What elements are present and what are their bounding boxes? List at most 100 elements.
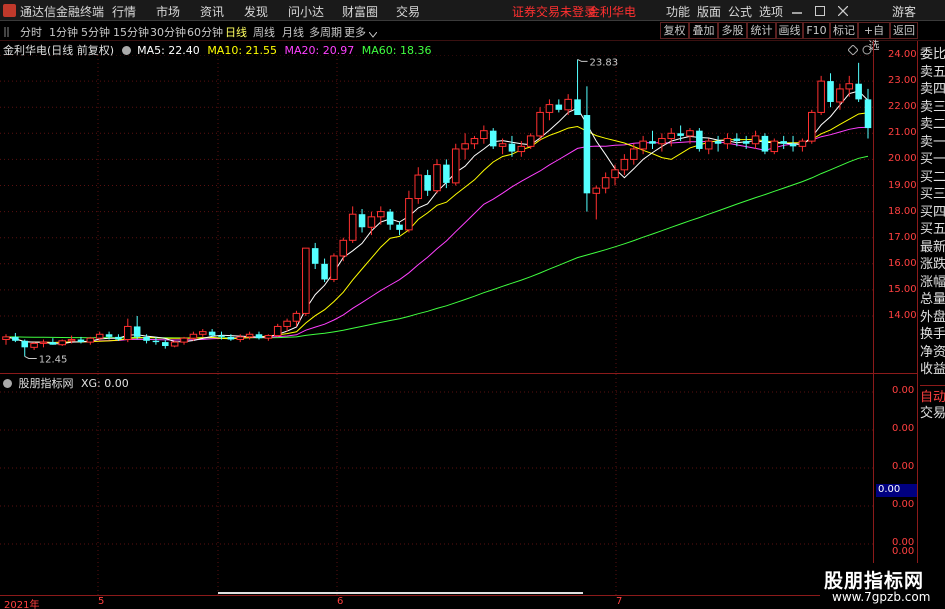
candle[interactable] — [124, 318, 132, 343]
period-15min[interactable]: 15分钟 — [113, 24, 149, 40]
btn-fuquan[interactable]: 复权 — [660, 22, 689, 39]
candle[interactable] — [808, 109, 816, 144]
period-fenshi[interactable]: 分时 — [20, 24, 42, 40]
period-monthly[interactable]: 月线 — [282, 24, 304, 40]
close-icon[interactable] — [837, 5, 849, 19]
menu-xuanxiang[interactable]: 选项 — [759, 3, 783, 20]
more-chevron-icon[interactable] — [368, 28, 378, 41]
btn-duogu[interactable]: 多股 — [718, 22, 747, 39]
candle[interactable] — [367, 211, 376, 236]
candle[interactable] — [855, 62, 862, 102]
candle[interactable] — [451, 143, 460, 186]
period-daily[interactable]: 日线 — [225, 24, 247, 40]
menu-hangqing[interactable]: 行情 — [112, 3, 136, 20]
candle[interactable] — [845, 75, 854, 97]
menu-gongneng[interactable]: 功能 — [666, 3, 690, 20]
minimize-icon[interactable] — [792, 5, 802, 14]
login-status[interactable]: 证券交易未登录 — [512, 3, 596, 20]
candle[interactable] — [2, 334, 10, 345]
candle[interactable] — [30, 342, 38, 350]
btn-huaxian[interactable]: 画线 — [776, 22, 803, 39]
btn-back[interactable]: 返回 — [890, 22, 918, 39]
candle[interactable] — [761, 133, 769, 155]
candle[interactable] — [245, 331, 254, 340]
candle[interactable] — [405, 190, 413, 233]
btn-add-favorite[interactable]: +自选 — [858, 22, 890, 52]
candle[interactable] — [264, 334, 273, 341]
candle[interactable] — [574, 59, 581, 116]
menu-caifuquan[interactable]: 财富圈 — [342, 3, 378, 20]
candle[interactable] — [273, 323, 282, 337]
candle[interactable] — [255, 331, 263, 340]
candle[interactable] — [470, 135, 479, 149]
candle[interactable] — [311, 242, 319, 270]
candle[interactable] — [302, 247, 310, 316]
candle[interactable] — [348, 206, 357, 243]
candle[interactable] — [704, 138, 713, 155]
candle[interactable] — [780, 135, 787, 149]
ma-toggle-icon[interactable] — [121, 46, 131, 55]
indicator-pane[interactable] — [0, 374, 873, 595]
candle[interactable] — [620, 154, 629, 176]
candle[interactable] — [162, 339, 169, 349]
candle[interactable] — [592, 185, 601, 220]
period-multi[interactable]: 多周期 — [309, 24, 342, 40]
candle[interactable] — [723, 133, 732, 149]
candle[interactable] — [396, 222, 403, 236]
candle[interactable] — [526, 133, 535, 149]
candle[interactable] — [611, 164, 619, 186]
menu-wenxiaoda[interactable]: 问小达 — [288, 3, 324, 20]
candle[interactable] — [12, 332, 19, 343]
candle[interactable] — [170, 340, 179, 348]
candle[interactable] — [292, 310, 301, 327]
candle[interactable] — [321, 258, 328, 283]
period-30min[interactable]: 30分钟 — [150, 24, 186, 40]
candle[interactable] — [827, 73, 834, 108]
candle[interactable] — [836, 83, 844, 110]
candle[interactable] — [386, 208, 394, 230]
candle[interactable] — [21, 339, 29, 357]
candle[interactable] — [696, 128, 703, 152]
candle[interactable] — [714, 135, 722, 152]
candle[interactable] — [649, 130, 656, 149]
candle[interactable] — [864, 88, 872, 139]
candle[interactable] — [58, 339, 66, 347]
candle[interactable] — [667, 128, 676, 147]
btn-diejia[interactable]: 叠加 — [689, 22, 718, 39]
candle[interactable] — [180, 336, 188, 345]
candle[interactable] — [583, 86, 591, 212]
period-1min[interactable]: 1分钟 — [49, 24, 78, 40]
candle[interactable] — [133, 316, 141, 340]
candle[interactable] — [443, 159, 450, 189]
btn-f10[interactable]: F10 — [803, 22, 830, 39]
menu-shichang[interactable]: 市场 — [156, 3, 180, 20]
menu-zixun[interactable]: 资讯 — [200, 3, 224, 20]
candle[interactable] — [817, 75, 825, 116]
candle[interactable] — [770, 138, 779, 155]
candle[interactable] — [480, 125, 488, 144]
maximize-icon[interactable] — [815, 5, 825, 19]
guest-button[interactable]: 游客 — [892, 3, 916, 20]
candle[interactable] — [86, 336, 95, 345]
menu-jiaoyi[interactable]: 交易 — [396, 3, 420, 20]
candle[interactable] — [377, 206, 385, 225]
candle[interactable] — [198, 329, 207, 337]
candle[interactable] — [536, 107, 544, 142]
period-more[interactable]: 更多 — [344, 24, 366, 40]
candle[interactable] — [414, 167, 423, 204]
candle[interactable] — [39, 339, 48, 348]
candle[interactable] — [358, 208, 366, 233]
menu-gongshi[interactable]: 公式 — [728, 3, 752, 20]
candle[interactable] — [545, 99, 554, 121]
menu-faxian[interactable]: 发现 — [244, 3, 268, 20]
candle[interactable] — [49, 338, 57, 345]
menu-banmian[interactable]: 版面 — [697, 3, 721, 20]
candle[interactable] — [236, 334, 245, 343]
btn-biaoji[interactable]: 标记 — [830, 22, 858, 39]
period-weekly[interactable]: 周线 — [253, 24, 275, 40]
candle[interactable] — [789, 135, 797, 152]
candle[interactable] — [424, 169, 431, 196]
candle[interactable] — [461, 133, 469, 160]
candle[interactable] — [601, 172, 610, 194]
trade-button[interactable]: 交易 — [920, 402, 945, 421]
